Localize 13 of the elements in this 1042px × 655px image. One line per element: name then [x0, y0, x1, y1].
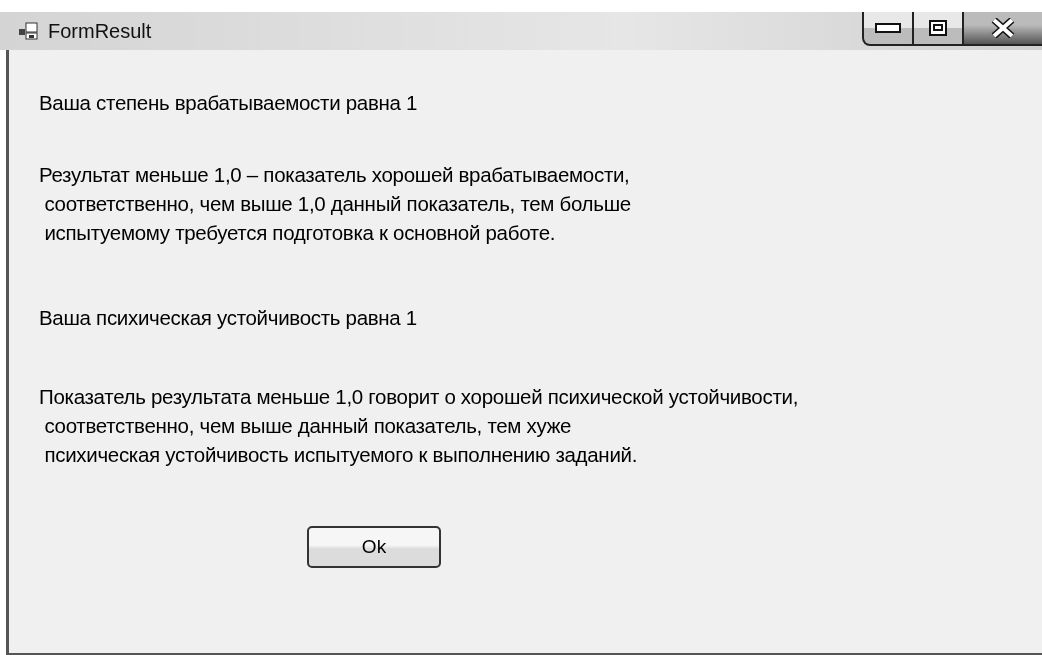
maximize-icon	[929, 20, 947, 36]
maximize-button[interactable]	[914, 12, 964, 46]
app-icon	[18, 22, 38, 40]
close-button[interactable]	[964, 12, 1042, 46]
ok-button[interactable]: Ok	[307, 526, 441, 568]
message-text: Результат меньше 1,0 – показатель хорошей врабатываемости, соответственно, чем выше 1,0 данный показатель, тем больше испытуемому требуется подготовка к основной работе.	[39, 162, 632, 246]
message-text: Показатель результата меньше 1,0 говорит о хорошей психической устойчивости, соответственно, чем выше данный показатель, тем хуже психическая устойчивость испытуемого к выполнению заданий.	[39, 384, 800, 468]
message-text: Ваша степень врабатываемости равна 1	[39, 90, 419, 116]
close-icon	[991, 18, 1015, 38]
minimize-button[interactable]	[862, 12, 914, 46]
message-text: Ваша психическая устойчивость равна 1	[39, 305, 418, 331]
window-title: FormResult	[48, 19, 152, 43]
minimize-icon	[875, 23, 901, 33]
